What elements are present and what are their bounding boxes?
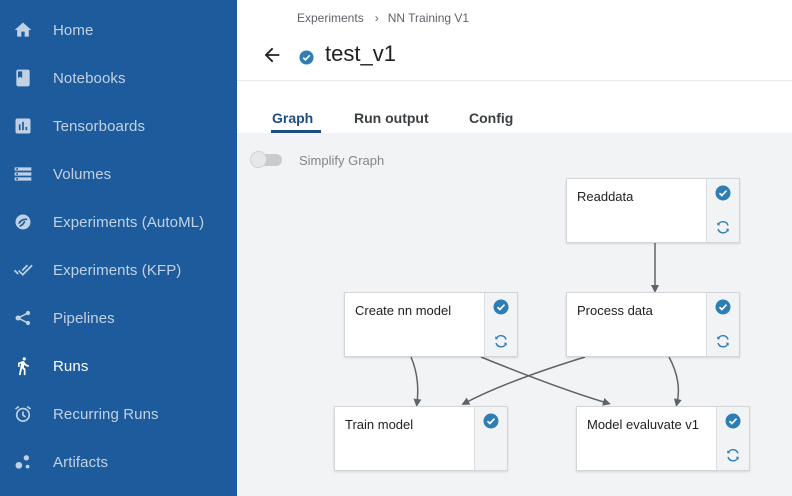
sidebar-item-label: Notebooks bbox=[53, 69, 126, 87]
sidebar-item-experiments-kfp[interactable]: Experiments (KFP) bbox=[0, 246, 237, 294]
node-label: Create nn model bbox=[355, 303, 452, 318]
success-check-icon bbox=[715, 185, 731, 201]
breadcrumb: Experiments › NN Training V1 bbox=[297, 11, 469, 25]
tensorboard-icon bbox=[13, 116, 33, 136]
sidebar-item-label: Experiments (AutoML) bbox=[53, 213, 205, 231]
node-label: Process data bbox=[577, 303, 653, 318]
pipeline-icon bbox=[13, 308, 33, 328]
graph-node-readdata[interactable]: Readdata bbox=[566, 178, 740, 243]
graph-node-model-evaluate[interactable]: Model evaluvate v1 bbox=[576, 406, 750, 471]
sidebar-item-label: Recurring Runs bbox=[53, 405, 159, 423]
header-divider bbox=[237, 80, 792, 81]
home-icon bbox=[13, 20, 33, 40]
edge-process-data-train-model bbox=[461, 356, 586, 405]
run-status-success-icon bbox=[299, 50, 314, 65]
volumes-icon bbox=[13, 164, 33, 184]
graph-node-process-data[interactable]: Process data bbox=[566, 292, 740, 357]
node-status-panel bbox=[474, 407, 507, 470]
tab-config[interactable]: Config bbox=[469, 110, 513, 126]
artifacts-icon bbox=[13, 452, 33, 472]
retry-icon[interactable] bbox=[493, 333, 509, 349]
node-status-panel bbox=[484, 293, 517, 356]
runner-icon bbox=[13, 356, 33, 376]
sidebar-item-label: Tensorboards bbox=[53, 117, 146, 135]
success-check-icon bbox=[483, 413, 499, 429]
arrow-back-icon bbox=[264, 47, 280, 63]
sidebar-item-label: Artifacts bbox=[53, 453, 109, 471]
sidebar-item-volumes[interactable]: Volumes bbox=[0, 150, 237, 198]
automl-icon bbox=[13, 212, 33, 232]
success-check-icon bbox=[493, 299, 509, 315]
main-content: Experiments › NN Training V1 test_v1 Gra… bbox=[237, 0, 792, 496]
page-title: test_v1 bbox=[325, 41, 396, 66]
success-check-icon bbox=[715, 299, 731, 315]
graph-node-create-nn-model[interactable]: Create nn model bbox=[344, 292, 518, 357]
sidebar-item-artifacts[interactable]: Artifacts bbox=[0, 438, 237, 486]
sidebar-item-notebooks[interactable]: Notebooks bbox=[0, 54, 237, 102]
sidebar: Home Notebooks Tensorboards Volumes Expe… bbox=[0, 0, 237, 496]
graph-node-train-model[interactable]: Train model bbox=[334, 406, 508, 471]
notebook-icon bbox=[13, 68, 33, 88]
node-status-panel bbox=[716, 407, 749, 470]
node-label: Train model bbox=[345, 417, 414, 432]
tab-graph[interactable]: Graph bbox=[272, 110, 313, 126]
retry-icon[interactable] bbox=[725, 447, 741, 463]
sidebar-item-label: Runs bbox=[53, 357, 89, 375]
sidebar-item-label: Home bbox=[53, 21, 94, 39]
success-check-icon bbox=[725, 413, 741, 429]
breadcrumb-separator: › bbox=[374, 11, 379, 25]
tab-run-output[interactable]: Run output bbox=[354, 110, 429, 126]
edge-create-nn-model-model-evaluate bbox=[480, 356, 611, 406]
breadcrumb-experiment-link[interactable]: NN Training V1 bbox=[388, 11, 469, 25]
sidebar-item-experiments-automl[interactable]: Experiments (AutoML) bbox=[0, 198, 237, 246]
sidebar-item-label: Experiments (KFP) bbox=[53, 261, 182, 279]
node-status-panel bbox=[706, 179, 739, 242]
sidebar-item-tensorboards[interactable]: Tensorboards bbox=[0, 102, 237, 150]
sidebar-item-home[interactable]: Home bbox=[0, 6, 237, 54]
retry-icon[interactable] bbox=[715, 219, 731, 235]
node-label: Readdata bbox=[577, 189, 634, 204]
double-check-icon bbox=[13, 260, 33, 280]
node-status-panel bbox=[706, 293, 739, 356]
edge-create-nn-model-train-model bbox=[410, 356, 422, 407]
sidebar-item-label: Pipelines bbox=[53, 309, 115, 327]
alarm-icon bbox=[13, 404, 33, 424]
back-button[interactable] bbox=[261, 44, 283, 66]
retry-icon[interactable] bbox=[715, 333, 731, 349]
edge-process-data-model-evaluate bbox=[668, 356, 682, 407]
breadcrumb-experiments-link[interactable]: Experiments bbox=[297, 11, 364, 25]
sidebar-item-pipelines[interactable]: Pipelines bbox=[0, 294, 237, 342]
sidebar-item-label: Volumes bbox=[53, 165, 112, 183]
sidebar-item-recurring-runs[interactable]: Recurring Runs bbox=[0, 390, 237, 438]
node-label: Model evaluvate v1 bbox=[587, 417, 700, 432]
graph-canvas[interactable]: Simplify Graph Readdata Create nn model bbox=[237, 133, 792, 496]
sidebar-item-runs[interactable]: Runs bbox=[0, 342, 237, 390]
